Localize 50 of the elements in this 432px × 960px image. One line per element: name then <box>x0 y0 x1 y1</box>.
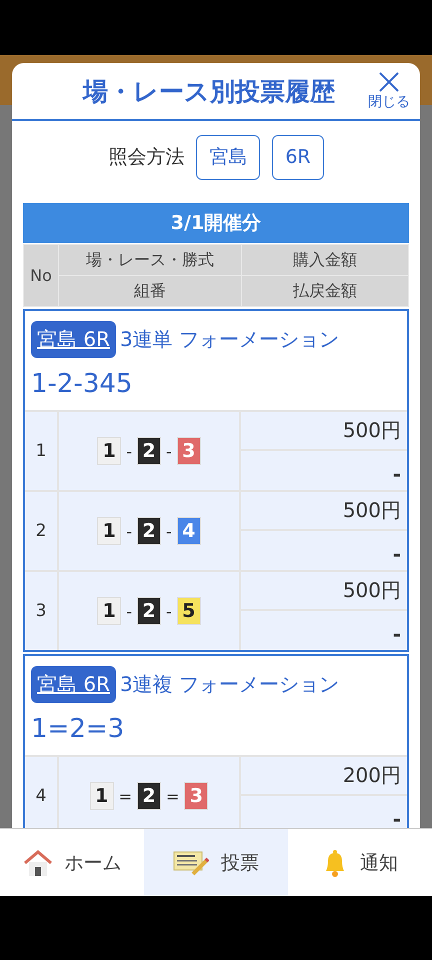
boat-number: 2 <box>137 597 161 625</box>
purchase-amount: 500円 <box>241 572 407 611</box>
venue-link[interactable]: 宮島 6R <box>31 321 116 358</box>
separator: - <box>166 602 172 620</box>
column-header: 購入金額 <box>242 245 408 275</box>
house-icon <box>22 848 52 876</box>
payout-amount: - <box>392 540 402 568</box>
payout-amount: - <box>392 806 402 828</box>
separator: - <box>126 522 132 540</box>
nav-tab[interactable]: 投票 <box>144 829 288 896</box>
purchase-amount: 500円 <box>241 492 407 531</box>
purchase-amount: 200円 <box>241 757 407 796</box>
dialog-title: 場・レース別投票履歴 <box>83 76 335 108</box>
boat-number: 3 <box>184 782 208 810</box>
boat-number: 3 <box>176 437 201 465</box>
boat-number: 2 <box>137 782 161 810</box>
boat-number: 5 <box>176 597 201 625</box>
separator: = <box>118 786 132 806</box>
combination: 1-2-345 <box>31 368 134 401</box>
boat-number: 2 <box>137 437 161 465</box>
column-header: 場・レース・勝式 <box>59 245 241 275</box>
separator: - <box>126 442 132 460</box>
separator: - <box>166 442 172 460</box>
query-label: 照会方法 <box>108 145 184 170</box>
combination: 1=2=3 <box>31 713 126 746</box>
boat-number: 2 <box>137 517 161 545</box>
boat-number: 1 <box>97 597 122 625</box>
boat-number: 1 <box>90 782 114 810</box>
close-icon <box>377 71 401 93</box>
boat-number: 1 <box>97 517 122 545</box>
boat-number: 1 <box>97 437 122 465</box>
close-button[interactable]: 閉じる <box>368 71 410 111</box>
separator: - <box>166 522 172 540</box>
venue-link[interactable]: 宮島 6R <box>31 666 116 703</box>
bet-type: 3連複 フォーメーション <box>120 671 340 698</box>
filter-button[interactable]: 6R <box>272 134 324 180</box>
bet-type: 3連単 フォーメーション <box>120 326 340 353</box>
payout-amount: - <box>392 460 402 488</box>
row-number: 3 <box>25 572 59 650</box>
payout-amount: - <box>392 620 402 648</box>
boat-number: 4 <box>176 517 201 545</box>
column-header: No <box>24 245 58 306</box>
separator: = <box>166 786 180 806</box>
column-header: 組番 <box>59 276 241 306</box>
filter-button[interactable]: 宮島 <box>196 134 260 180</box>
ticket-pencil-icon <box>173 850 209 876</box>
column-header: 払戻金額 <box>242 276 408 306</box>
date-header: 3/1開催分 <box>23 203 409 243</box>
separator: - <box>126 602 132 620</box>
purchase-amount: 500円 <box>241 412 407 451</box>
